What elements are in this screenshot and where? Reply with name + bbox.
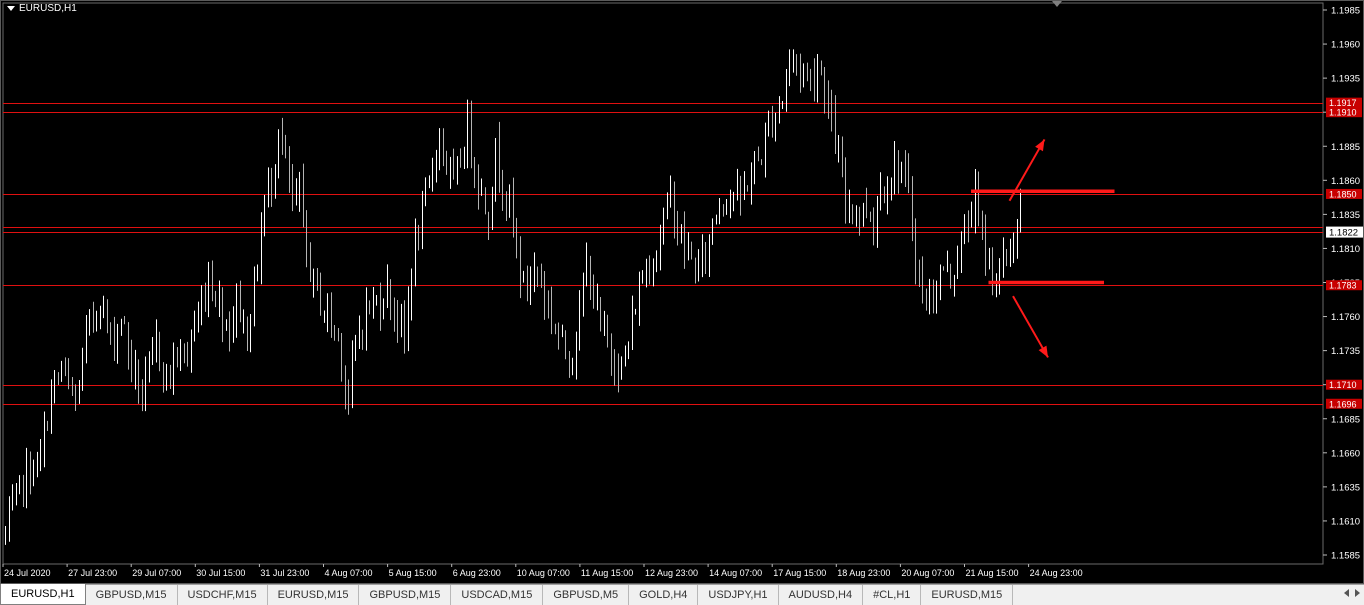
tab-10[interactable]: #CL,H1	[863, 585, 922, 605]
x-tick-label-7: 6 Aug 23:00	[453, 568, 501, 578]
x-tick-label-10: 12 Aug 23:00	[645, 568, 698, 578]
x-tick-label-3: 30 Jul 15:00	[196, 568, 245, 578]
y-tick-label-6: 1.1835	[1331, 210, 1360, 221]
chart-menu-icon[interactable]	[7, 6, 15, 11]
y-tick-label-1: 1.1960	[1331, 40, 1360, 51]
y-tick-label-15: 1.1610	[1331, 516, 1360, 527]
x-tick-label-6: 5 Aug 15:00	[389, 568, 437, 578]
x-tick-label-12: 17 Aug 15:00	[773, 568, 826, 578]
tab-2[interactable]: USDCHF,M15	[178, 585, 268, 605]
x-tick-label-5: 4 Aug 07:00	[325, 568, 373, 578]
level-label-5: 1.1783	[1329, 281, 1357, 291]
tab-7[interactable]: GOLD,H4	[629, 585, 699, 605]
tab-3[interactable]: EURUSD,M15	[268, 585, 360, 605]
chart-title: EURUSD,H1	[7, 3, 77, 14]
y-tick-label-16: 1.1585	[1331, 551, 1360, 562]
level-label-6: 1.1710	[1329, 380, 1357, 390]
level-label-7: 1.1696	[1329, 399, 1357, 409]
current-price-label: 1.1822	[1329, 228, 1358, 239]
y-tick-label-14: 1.1635	[1331, 482, 1360, 493]
y-tick-label-7: 1.1810	[1331, 244, 1360, 255]
level-label-0: 1.1917	[1329, 98, 1357, 108]
chart-tab-bar: EURUSD,H1 GBPUSD,M15 USDCHF,M15 EURUSD,M15 G…	[0, 584, 1364, 605]
chart-shift-icon[interactable]	[1052, 1, 1062, 7]
x-tick-label-11: 14 Aug 07:00	[709, 568, 762, 578]
x-tick-label-1: 27 Jul 23:00	[68, 568, 117, 578]
tab-8[interactable]: USDJPY,H1	[698, 585, 779, 605]
plot-area-border	[2, 2, 1324, 565]
x-tick-label-2: 29 Jul 07:00	[132, 568, 181, 578]
y-tick-label-2: 1.1935	[1331, 74, 1360, 85]
tab-4[interactable]: GBPUSD,M15	[359, 585, 452, 605]
x-tick-label-14: 20 Aug 07:00	[901, 568, 954, 578]
tab-6[interactable]: GBPUSD,M5	[543, 585, 630, 605]
chart-title-text: EURUSD,H1	[19, 3, 77, 14]
x-tick-label-8: 10 Aug 07:00	[517, 568, 570, 578]
y-tick-label-9: 1.1760	[1331, 312, 1360, 323]
tab-11[interactable]: EURUSD,M15	[921, 585, 1014, 605]
level-label-1: 1.1910	[1329, 108, 1357, 118]
tab-9[interactable]: AUDUSD,H4	[779, 585, 864, 605]
level-label-2: 1.1850	[1329, 189, 1357, 199]
tab-0[interactable]: EURUSD,H1	[0, 584, 86, 605]
y-tick-label-0: 1.1985	[1331, 6, 1360, 17]
x-tick-label-4: 31 Jul 23:00	[260, 568, 309, 578]
x-tick-label-13: 18 Aug 23:00	[837, 568, 890, 578]
tab-scroll-right-icon[interactable]	[1355, 589, 1360, 597]
tab-5[interactable]: USDCAD,M15	[451, 585, 544, 605]
price-chart[interactable]: 1.1985 1.1960 1.1935 1.1910 1.1885 1.1860 1.18…	[1, 1, 1364, 585]
x-tick-label-16: 24 Aug 23:00	[1030, 568, 1083, 578]
x-tick-label-15: 21 Aug 15:00	[966, 568, 1019, 578]
y-tick-label-10: 1.1735	[1331, 346, 1360, 357]
tab-1[interactable]: GBPUSD,M15	[86, 585, 178, 605]
y-tick-label-4: 1.1885	[1331, 142, 1360, 153]
tab-scroll-buttons	[1344, 589, 1360, 597]
y-tick-label-12: 1.1685	[1331, 414, 1360, 425]
x-tick-label-0: 24 Jul 2020	[4, 568, 51, 578]
y-tick-label-5: 1.1860	[1331, 176, 1360, 187]
tab-scroll-left-icon[interactable]	[1344, 589, 1349, 597]
chart-window[interactable]: 1.1985 1.1960 1.1935 1.1910 1.1885 1.1860 1.18…	[0, 0, 1364, 584]
x-tick-label-9: 11 Aug 15:00	[581, 568, 633, 578]
y-tick-label-13: 1.1660	[1331, 448, 1360, 459]
